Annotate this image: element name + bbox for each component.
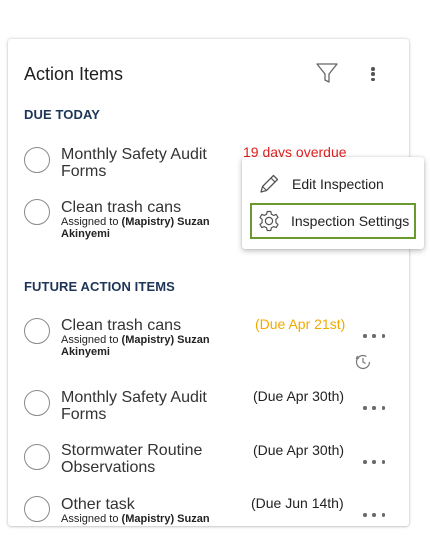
task-due-date: (Due Jun 14th)	[251, 495, 344, 511]
task-complete-checkbox[interactable]	[24, 390, 50, 416]
task-name[interactable]: Monthly Safety Audit Forms	[61, 389, 207, 423]
filter-button[interactable]	[314, 60, 340, 86]
task-context-menu: Edit Inspection Inspection Settings	[242, 157, 424, 249]
section-future-heading: FUTURE ACTION ITEMS	[24, 279, 175, 294]
gear-icon	[259, 210, 279, 232]
task-name[interactable]: Monthly Safety Audit Forms	[61, 146, 207, 180]
task-assignee: Assigned to (Mapistry) Suzan Akinyemi	[61, 216, 210, 240]
task-due-date: (Due Apr 30th)	[253, 442, 345, 458]
task-complete-checkbox[interactable]	[24, 318, 50, 344]
task-assignee: Assigned to (Mapistry) Suzan	[61, 513, 210, 525]
task-due-date: (Due Apr 21st)	[255, 316, 346, 332]
section-due-today-heading: DUE TODAY	[24, 107, 101, 122]
menu-item-edit-inspection[interactable]: Edit Inspection	[250, 166, 416, 202]
task-complete-checkbox[interactable]	[24, 199, 50, 225]
card-title: Action Items	[24, 64, 124, 84]
task-complete-checkbox[interactable]	[24, 147, 50, 173]
task-more-button[interactable]	[363, 457, 385, 467]
more-vertical-icon	[371, 67, 375, 81]
task-complete-checkbox[interactable]	[24, 496, 50, 522]
action-items-card: Action Items DUE TODAY Monthly Safety Au…	[8, 39, 409, 526]
task-name[interactable]: Clean trash cans	[61, 317, 181, 334]
task-more-button[interactable]	[363, 331, 385, 341]
task-name[interactable]: Other task	[61, 496, 135, 513]
menu-item-label: Edit Inspection	[292, 176, 384, 192]
task-more-button[interactable]	[363, 403, 385, 413]
menu-item-label: Inspection Settings	[291, 213, 410, 229]
card-more-button[interactable]	[360, 61, 386, 87]
menu-item-inspection-settings[interactable]: Inspection Settings	[250, 203, 416, 239]
task-complete-checkbox[interactable]	[24, 444, 50, 470]
task-assignee: Assigned to (Mapistry) Suzan Akinyemi	[61, 334, 210, 358]
pencil-icon	[260, 174, 279, 193]
task-due-date: (Due Apr 30th)	[253, 388, 345, 404]
recurring-icon	[355, 354, 371, 370]
filter-icon	[316, 63, 338, 83]
task-name[interactable]: Stormwater Routine Observations	[61, 442, 202, 476]
task-name[interactable]: Clean trash cans	[61, 199, 181, 216]
task-more-button[interactable]	[363, 510, 385, 520]
